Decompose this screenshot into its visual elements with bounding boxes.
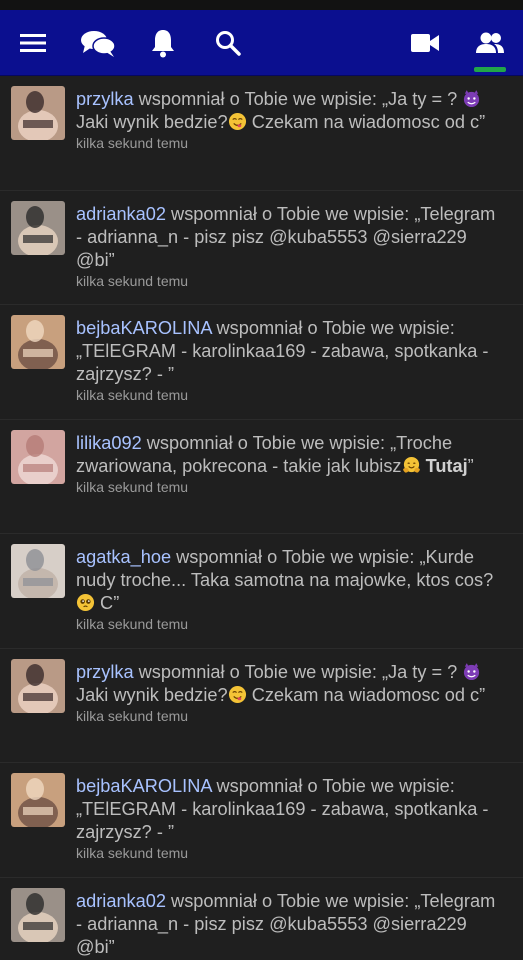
post-excerpt: Jaki wynik bedzie? <box>76 112 228 132</box>
post-excerpt: „Ja ty = ? <box>381 89 463 109</box>
timestamp: kilka sekund temu <box>76 272 189 289</box>
top-navbar <box>0 10 523 76</box>
video-icon[interactable] <box>409 10 441 75</box>
timestamp: kilka sekund temu <box>76 845 189 861</box>
notification-item[interactable]: agatka_hoe wspomniał o Tobie we wpisie: … <box>0 534 523 649</box>
post-excerpt: Czekam na wiadomosc od c” <box>246 112 486 132</box>
notification-item[interactable]: przylka wspomniał o Tobie we wpisie: „Ja… <box>0 649 523 763</box>
avatar[interactable] <box>11 86 65 140</box>
search-icon[interactable] <box>213 10 243 75</box>
avatar[interactable] <box>11 200 65 255</box>
timestamp: kilka sekund temu <box>76 135 189 151</box>
avatar[interactable] <box>11 429 65 484</box>
username-link[interactable]: przylka <box>76 89 134 109</box>
yum-emoji-icon <box>228 112 247 132</box>
timestamp: kilka sekund temu <box>76 616 189 632</box>
yum-emoji-icon <box>228 685 247 705</box>
devil-emoji-icon <box>462 662 481 682</box>
friends-icon[interactable] <box>473 10 507 75</box>
username-link[interactable]: lilika092 <box>76 433 142 453</box>
post-excerpt: „TElEGRAM - karolinkaa169 - zabawa, spot… <box>76 799 489 842</box>
notification-text: adrianka02 wspomniał o Tobie we wpisie: … <box>76 890 506 959</box>
devil-emoji-icon <box>462 89 481 109</box>
notification-text: bejbaKAROLINA wspomniał o Tobie we wpisi… <box>76 317 506 386</box>
notification-item[interactable]: lilika092 wspomniał o Tobie we wpisie: „… <box>0 420 523 534</box>
avatar[interactable] <box>11 773 65 827</box>
notification-text: adrianka02 wspomniał o Tobie we wpisie: … <box>76 203 506 272</box>
action-text: wspomniał o Tobie we wpisie: <box>171 547 420 567</box>
avatar[interactable] <box>11 315 65 369</box>
post-excerpt: Czekam na wiadomosc od c” <box>246 684 486 705</box>
avatar[interactable] <box>11 544 65 598</box>
username-link[interactable]: przylka <box>76 662 134 682</box>
notification-text: bejbaKAROLINA wspomniał o Tobie we wpisi… <box>76 775 506 844</box>
notification-item[interactable]: bejbaKAROLINA wspomniał o Tobie we wpisi… <box>0 305 523 420</box>
timestamp: kilka sekund temu <box>76 478 189 495</box>
bell-icon[interactable] <box>148 10 178 75</box>
post-excerpt: „TElEGRAM - karolinkaa169 - zabawa, spot… <box>76 341 489 384</box>
username-link[interactable]: adrianka02 <box>76 891 166 911</box>
notification-item[interactable]: adrianka02 wspomniał o Tobie we wpisie: … <box>0 191 523 305</box>
notifications-feed: przylka wspomniał o Tobie we wpisie: „Ja… <box>0 76 523 960</box>
post-excerpt: „Ja ty = ? <box>381 661 463 682</box>
username-link[interactable]: bejbaKAROLINA <box>76 318 211 338</box>
action-text: wspomniał o Tobie we wpisie: <box>141 432 391 453</box>
notification-item[interactable]: przylka wspomniał o Tobie we wpisie: „Ja… <box>0 76 523 191</box>
post-excerpt: C” <box>95 593 120 613</box>
notification-text: przylka wspomniał o Tobie we wpisie: „Ja… <box>76 88 506 134</box>
notification-item[interactable]: adrianka02 wspomniał o Tobie we wpisie: … <box>0 878 523 960</box>
username-link[interactable]: bejbaKAROLINA <box>76 776 211 796</box>
notification-item[interactable]: bejbaKAROLINA wspomniał o Tobie we wpisi… <box>0 763 523 878</box>
avatar[interactable] <box>11 887 65 942</box>
chat-icon[interactable] <box>79 10 117 75</box>
action-text: wspomniał o Tobie we wpisie: <box>211 776 455 796</box>
timestamp: kilka sekund temu <box>76 707 189 724</box>
status-bar <box>0 0 523 10</box>
username-link[interactable]: adrianka02 <box>76 204 166 224</box>
notification-text: lilika092 wspomniał o Tobie we wpisie: „… <box>76 432 506 478</box>
timestamp: kilka sekund temu <box>76 387 189 403</box>
menu-icon[interactable] <box>16 10 50 75</box>
active-tab-indicator <box>474 67 506 72</box>
action-text: wspomniał o Tobie we wpisie: <box>166 203 415 224</box>
action-text: wspomniał o Tobie we wpisie: <box>133 89 382 109</box>
action-text: wspomniał o Tobie we wpisie: <box>166 890 415 911</box>
notification-text: przylka wspomniał o Tobie we wpisie: „Ja… <box>76 661 506 707</box>
action-text: wspomniał o Tobie we wpisie: <box>211 318 455 338</box>
avatar[interactable] <box>11 658 65 713</box>
hug-emoji-icon <box>402 456 421 476</box>
post-excerpt: ” <box>467 455 474 476</box>
post-excerpt: Jaki wynik bedzie? <box>76 684 228 705</box>
pleading-emoji-icon <box>76 593 95 613</box>
notification-text: agatka_hoe wspomniał o Tobie we wpisie: … <box>76 546 506 615</box>
username-link[interactable]: agatka_hoe <box>76 547 171 567</box>
action-text: wspomniał o Tobie we wpisie: <box>133 661 382 682</box>
bold-text: Tutaj <box>420 455 468 476</box>
